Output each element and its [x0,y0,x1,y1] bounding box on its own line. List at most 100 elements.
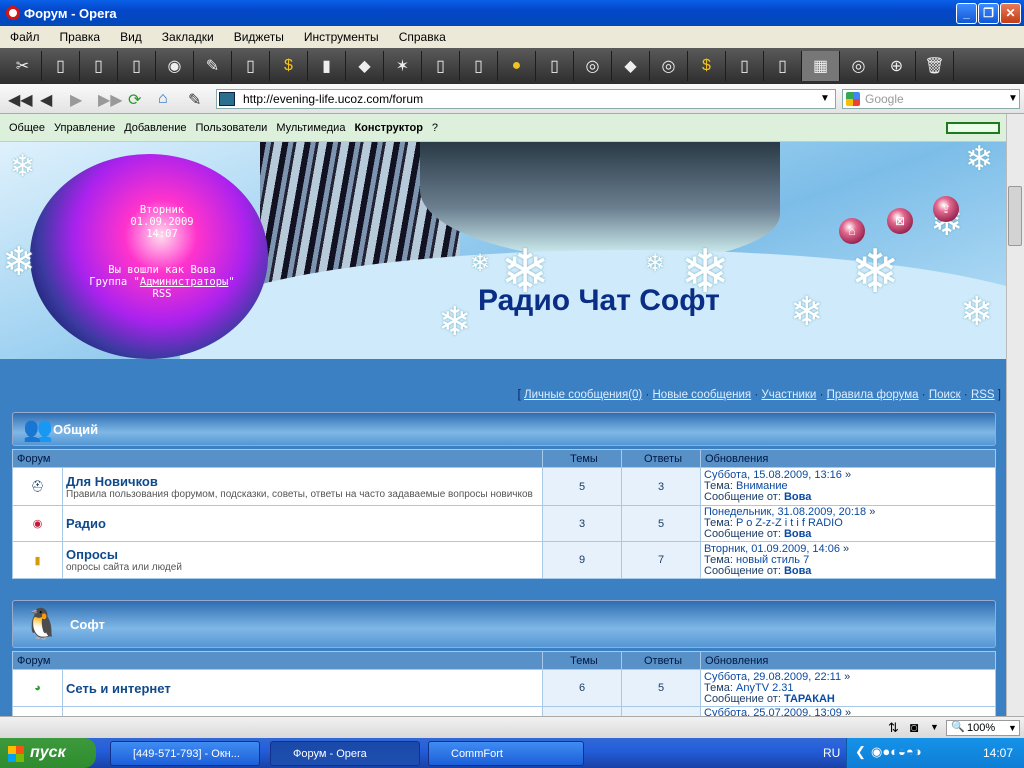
address-input[interactable]: http://evening-life.ucoz.com/forum [216,89,836,109]
menu-bookmarks[interactable]: Закладки [152,30,224,44]
language-indicator[interactable]: RU [823,746,840,760]
toggle-slider-icon[interactable] [946,122,1000,134]
topics-count: 5 [542,467,622,506]
tab-opera-icon[interactable]: ◎ [840,51,878,81]
taskbar-item-remote[interactable]: [449-571-793] - Окн... [110,741,260,766]
tab-page-icon[interactable]: ▯ [460,51,498,81]
ucoz-menu-users[interactable]: Пользователи [196,122,268,134]
rss-feed-link[interactable]: RSS [971,389,995,401]
last-post-date[interactable]: Суббота, 25.07.2009, 13:09 [704,707,842,717]
forum-title-link[interactable]: Радио [66,516,539,531]
maximize-button[interactable]: ❐ [978,3,999,24]
menu-widgets[interactable]: Виджеты [224,30,294,44]
tab-dollar-icon[interactable]: $ [270,51,308,81]
ucoz-menu-multimedia[interactable]: Мультимедиа [276,122,345,134]
tab-forum-active-icon[interactable]: ▦ [802,51,840,81]
ucoz-menu-manage[interactable]: Управление [54,122,115,134]
private-messages-link[interactable]: Личные сообщения(0) [524,389,642,401]
rewind-icon[interactable]: ◀◀ [8,90,33,110]
go-to-post-icon[interactable]: » [843,543,849,555]
upload-ornament-icon[interactable]: ⇪ [933,196,959,222]
new-messages-link[interactable]: Новые сообщения [653,389,752,401]
url-dropdown-icon[interactable]: ▼ [820,93,830,104]
category-header[interactable]: 👥 Общий [12,412,996,446]
forward-icon[interactable]: ▶ [70,90,82,110]
forum-title-link[interactable]: Сеть и интернет [66,681,539,696]
go-to-post-icon[interactable]: » [844,671,850,683]
tab-notepad-icon[interactable]: ✎ [194,51,232,81]
group-link[interactable]: Администраторы [140,276,229,288]
go-to-post-icon[interactable]: » [869,506,875,518]
tab-blue-icon[interactable]: ◉ [156,51,194,81]
scrollbar-thumb[interactable] [1008,186,1022,246]
tab-ticket-icon[interactable]: ◆ [612,51,650,81]
tab-chart-icon[interactable]: ▮ [308,51,346,81]
last-poster-link[interactable]: Вова [784,491,811,503]
google-icon[interactable] [846,92,860,106]
go-to-post-icon[interactable]: » [845,707,851,717]
menu-help[interactable]: Справка [389,30,456,44]
ucoz-menu-constructor[interactable]: Конструктор [354,122,422,134]
minimize-button[interactable]: _ [956,3,977,24]
last-poster-link[interactable]: ТАРАКАН [784,693,835,705]
search-link[interactable]: Поиск [929,389,961,401]
topics-count [542,706,622,716]
back-icon[interactable]: ◀ [40,90,52,110]
home-ornament-icon[interactable]: ⌂ [839,218,865,244]
fast-forward-icon[interactable]: ▶▶ [98,90,123,110]
tab-ticket-icon[interactable]: ◆ [346,51,384,81]
tab-opera-icon[interactable]: ◎ [574,51,612,81]
menu-edit[interactable]: Правка [50,30,111,44]
tray-apps-icon[interactable]: ◉●◐◒◓◑ [871,744,922,760]
tab-page-icon[interactable]: ▯ [726,51,764,81]
taskbar-item-opera[interactable]: Форум - Opera [270,741,420,766]
new-tab-icon[interactable]: ⊕ [878,51,916,81]
tab-page-icon[interactable]: ▯ [536,51,574,81]
members-link[interactable]: Участники [761,389,816,401]
forum-rules-link[interactable]: Правила форума [827,389,919,401]
snowflake-icon: ❄ [2,240,36,284]
last-poster-link[interactable]: Вова [784,528,811,540]
menu-file[interactable]: Файл [0,30,50,44]
topics-count: 6 [542,669,622,707]
taskbar-item-commfort[interactable]: CommFort [428,741,584,766]
menu-tools[interactable]: Инструменты [294,30,389,44]
close-button[interactable]: ✕ [1000,3,1021,24]
window-title-bar[interactable]: Форум - Opera _ ❐ ✕ [0,0,1024,26]
tab-page-icon[interactable]: ▯ [764,51,802,81]
ucoz-menu-general[interactable]: Общее [9,122,45,134]
camera-icon[interactable]: ◙ [910,719,918,735]
tab-opera-icon[interactable]: ◎ [650,51,688,81]
panel-toggle-icon[interactable]: ⇅ [888,720,899,736]
tab-star-icon[interactable]: ✶ [384,51,422,81]
forum-title-link[interactable]: Для Новичков [66,474,539,489]
reload-icon[interactable]: ⟳ [128,90,141,110]
search-dropdown-icon[interactable]: ▼ [1008,93,1018,104]
tab-page-icon[interactable]: ▯ [422,51,460,81]
zoom-dropdown-icon[interactable]: ▼ [1008,723,1017,733]
wand-icon[interactable]: ✎ [188,90,201,110]
group-prefix: Группа " [89,276,140,288]
radio-icon: ◉ [12,505,63,542]
tab-dollar-icon[interactable]: $ [688,51,726,81]
tools-icon[interactable]: ✂ [4,51,42,81]
camera-dropdown-icon[interactable]: ▼ [930,722,939,732]
tab-page-icon[interactable]: ▯ [42,51,80,81]
search-input[interactable]: Google [842,89,1020,109]
category-header[interactable]: 🐧 Софт [12,600,996,648]
forum-title-link[interactable]: Опросы [66,547,539,562]
tab-page-icon[interactable]: ▯ [118,51,156,81]
tab-page-icon[interactable]: ▯ [232,51,270,81]
ucoz-menu-add[interactable]: Добавление [124,122,186,134]
tab-yellow-icon[interactable]: ● [498,51,536,81]
ucoz-menu-help[interactable]: ? [432,122,438,134]
trash-icon[interactable]: 🗑 [916,51,954,81]
last-poster-link[interactable]: Вова [784,565,811,577]
tray-expand-icon[interactable]: ❮ [855,744,866,760]
go-to-post-icon[interactable]: » [845,469,851,481]
menu-view[interactable]: Вид [110,30,152,44]
rss-link[interactable]: RSS [112,288,212,300]
tab-page-icon[interactable]: ▯ [80,51,118,81]
logout-ornament-icon[interactable]: ⊠ [887,208,913,234]
home-icon[interactable]: ⌂ [158,90,168,108]
